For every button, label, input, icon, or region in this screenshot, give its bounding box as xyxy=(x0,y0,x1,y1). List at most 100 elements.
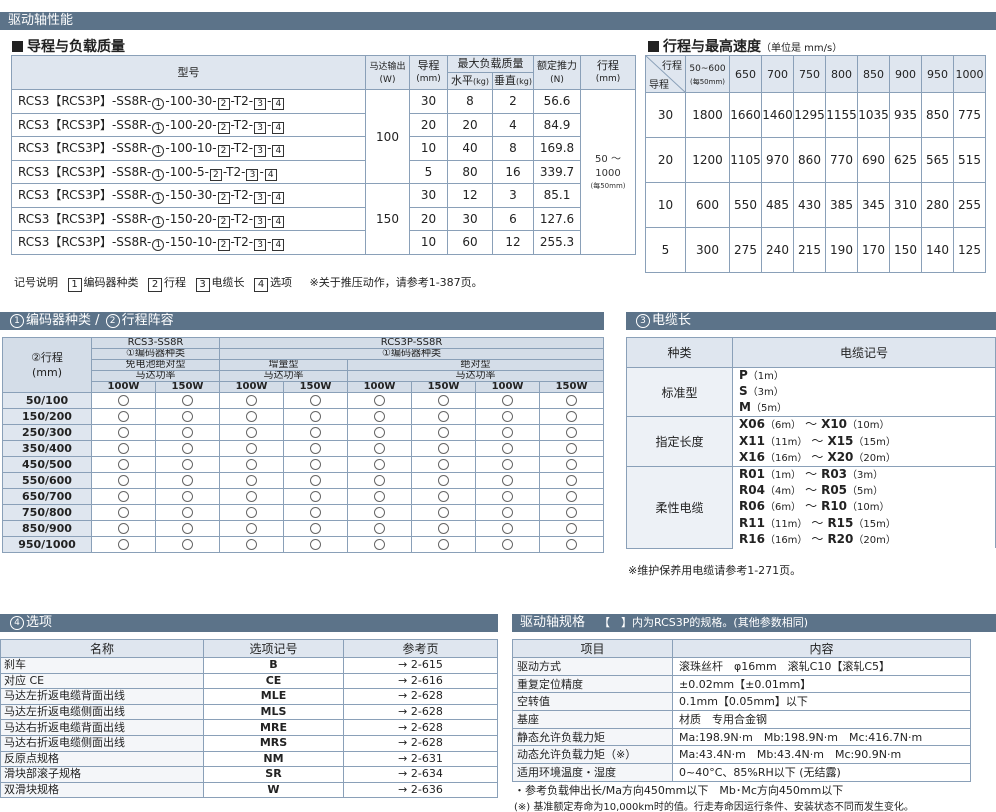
thrust-cell: 255.3 xyxy=(533,230,581,255)
option-page-link[interactable]: → 2-616 xyxy=(343,672,498,690)
spec-content: 材质 专用合金钢 xyxy=(672,710,971,729)
speed-value-cell: 240 xyxy=(761,227,794,273)
encoder-banner: 1 编码器种类 / 2 行程阵容 xyxy=(0,312,604,330)
horiz-load-cell: 12 xyxy=(447,183,493,208)
lead-cell: 30 xyxy=(409,89,448,114)
speed-value-cell: 1200 xyxy=(685,137,730,183)
option-row: 双滑块规格 W → 2-636 xyxy=(0,781,498,799)
available-circle-icon xyxy=(182,459,193,470)
available-cell xyxy=(411,504,477,521)
available-circle-icon xyxy=(374,491,386,502)
available-circle-icon xyxy=(438,395,450,406)
speed-stroke-7: 1000 xyxy=(953,55,986,93)
available-circle-icon xyxy=(566,523,578,534)
available-circle-icon xyxy=(438,507,450,518)
speed-value-cell: 1035 xyxy=(857,92,890,138)
cable-code-cell: R01（1m）～ R03（3m） xyxy=(732,465,996,483)
speed-value-cell: 690 xyxy=(857,137,890,183)
option-page-link[interactable]: → 2-631 xyxy=(343,750,498,768)
spec-content: Ma:198.9N·m Mb:198.9N·m Mc:416.7N·m xyxy=(672,727,971,747)
option-page-link[interactable]: → 2-636 xyxy=(343,781,498,799)
option-box-icon: 4 xyxy=(272,215,285,228)
available-cell xyxy=(91,440,156,457)
available-circle-icon xyxy=(182,539,193,550)
speed-lead-cell: 30 xyxy=(645,92,686,138)
available-circle-icon xyxy=(182,507,193,518)
option-box-icon: 4 xyxy=(272,121,285,134)
lead-row: RCS3【RCS3P】-SS8R- 1 -100-20- 2 -T2- 3-4 20 20 4 8… xyxy=(11,112,636,137)
speed-stroke-4: 850 xyxy=(857,55,890,93)
model-cell: RCS3【RCS3P】-SS8R- 1 -100-5- 2 -T2- 3-4 xyxy=(11,159,366,184)
speed-value-cell: 125 xyxy=(953,227,986,273)
available-cell xyxy=(91,392,156,409)
available-cell xyxy=(91,424,156,441)
speed-value-cell: 275 xyxy=(729,227,762,273)
available-circle-icon xyxy=(310,443,322,454)
lead-heading: 导程与负载质量 xyxy=(12,36,125,56)
available-circle-icon xyxy=(374,539,386,550)
speed-value-cell: 385 xyxy=(825,182,858,228)
thrust-header: 额定推力 (N) xyxy=(533,55,581,90)
enc-row: 50/100 xyxy=(2,392,605,409)
available-circle-icon xyxy=(566,411,578,422)
available-circle-icon xyxy=(438,459,450,470)
available-circle-icon xyxy=(438,475,450,486)
available-circle-icon xyxy=(502,459,514,470)
vert-load-cell: 8 xyxy=(492,136,534,161)
lead-cell: 10 xyxy=(409,136,448,161)
spec-row: 静态允许负载力矩 Ma:198.9N·m Mb:198.9N·m Mc:416.7… xyxy=(512,727,971,747)
speed-corner: 行程 导程 xyxy=(645,55,686,93)
encoder-circle-icon: 1 xyxy=(152,121,165,134)
option-page-link[interactable]: → 2-628 xyxy=(343,688,498,705)
option-page-link[interactable]: → 2-628 xyxy=(343,734,498,752)
speed-value-cell: 170 xyxy=(857,227,890,273)
spec-item: 空转值 xyxy=(512,692,673,712)
legend-badge-4: 4 xyxy=(254,278,268,292)
available-circle-icon xyxy=(182,491,193,502)
available-cell xyxy=(219,392,285,409)
available-cell xyxy=(283,520,349,537)
spec-content: 滚珠丝杆 φ16mm 滚轧C10【滚轧C5】 xyxy=(672,657,971,676)
option-page-link[interactable]: → 2-615 xyxy=(343,657,498,674)
cable-code-header: 电缆记号 xyxy=(732,337,996,368)
option-page-link[interactable]: → 2-634 xyxy=(343,766,498,783)
spec-row: 驱动方式 滚珠丝杆 φ16mm 滚轧C10【滚轧C5】 xyxy=(512,657,971,676)
stroke-header: 行程 (mm) xyxy=(580,55,636,90)
available-circle-icon xyxy=(118,539,129,550)
encoder-table: ②行程 (mm) RCS3-SS8R RCS3P-SS8R ①编码器种类 ①编码器… xyxy=(2,337,605,553)
speed-lead-cell: 20 xyxy=(645,137,686,183)
available-cell xyxy=(154,440,221,457)
available-circle-icon xyxy=(246,475,258,486)
speed-value-cell: 190 xyxy=(825,227,858,273)
cable-code-cell: R04（4m）～ R05（5m） xyxy=(732,482,996,500)
speed-value-cell: 565 xyxy=(921,137,954,183)
option-page-link[interactable]: → 2-628 xyxy=(343,719,498,736)
available-cell xyxy=(154,488,221,505)
available-cell xyxy=(475,504,541,521)
available-circle-icon xyxy=(502,443,514,454)
available-cell xyxy=(219,488,285,505)
available-circle-icon xyxy=(438,523,450,534)
option-page-link[interactable]: → 2-628 xyxy=(343,703,498,721)
main-banner: 驱动轴性能 xyxy=(0,12,996,30)
available-cell xyxy=(411,456,477,473)
enc-row: 750/800 xyxy=(2,504,605,521)
enc-row: 850/900 xyxy=(2,520,605,537)
available-cell xyxy=(411,440,477,457)
available-circle-icon xyxy=(502,427,514,438)
horiz-load-cell: 40 xyxy=(447,136,493,161)
available-cell xyxy=(347,536,413,553)
speed-value-cell: 280 xyxy=(921,182,954,228)
available-cell xyxy=(539,456,605,473)
option-box-icon: 4 xyxy=(272,98,285,111)
option-name: 反原点规格 xyxy=(0,750,204,768)
available-circle-icon xyxy=(118,459,129,470)
cable-kind-cell: 标准型 xyxy=(626,366,733,418)
available-cell xyxy=(219,456,285,473)
enc-stroke-label: 750/800 xyxy=(2,504,92,521)
speed-lead-cell: 5 xyxy=(645,227,686,273)
spec-item: 驱动方式 xyxy=(512,657,673,676)
cable-banner: 3 电缆长 xyxy=(626,312,996,330)
available-circle-icon xyxy=(502,475,514,486)
available-circle-icon xyxy=(118,507,129,518)
